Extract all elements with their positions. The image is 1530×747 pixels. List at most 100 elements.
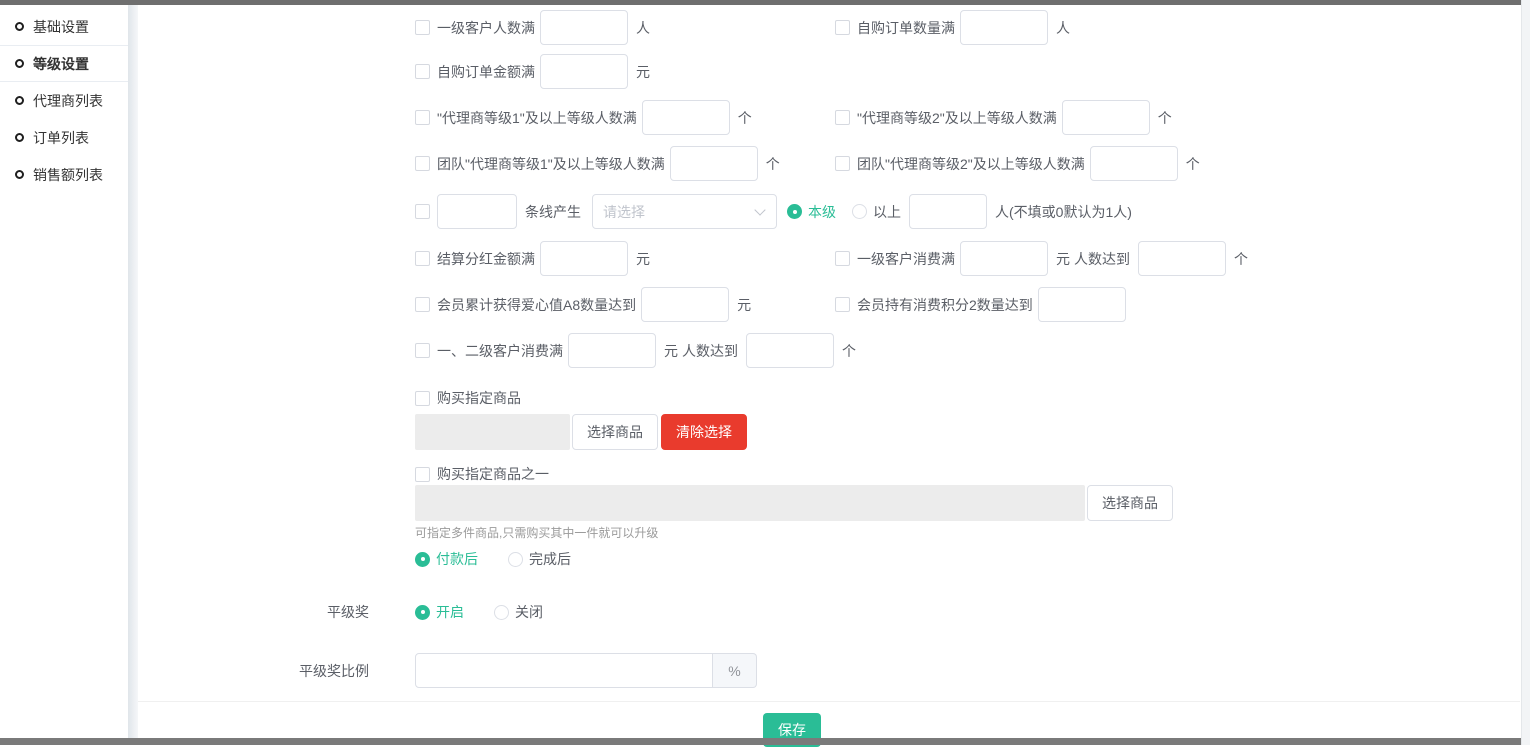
unit-label: 个 (1158, 108, 1172, 128)
circle-bullet-icon (15, 133, 24, 142)
radio-current-level-label[interactable]: 本级 (808, 202, 836, 222)
radio-peer-award-on-label[interactable]: 开启 (436, 602, 464, 622)
row-buy-product: 购买指定商品 (138, 388, 1520, 408)
input-consume-points[interactable] (1038, 287, 1126, 322)
input-team-agent-level2-count[interactable] (1090, 146, 1178, 181)
peer-award-ratio-label: 平级奖比例 (138, 661, 415, 681)
checkbox-buy-one-of-products[interactable] (415, 467, 430, 482)
input-self-order-amount[interactable] (540, 54, 628, 89)
row-dividend-consume: 结算分红金额满 元 一级客户消费满 元 人数达到 个 (138, 241, 1520, 276)
checkbox-dividend-amount[interactable] (415, 251, 430, 266)
input-line-count[interactable] (437, 194, 517, 229)
checkbox-team-agent-level1-count[interactable] (415, 156, 430, 171)
input-peer-award-ratio[interactable] (415, 653, 713, 688)
row-upgrade-timing: 付款后 完成后 (138, 549, 1520, 569)
input-level1-customer-count[interactable] (540, 10, 628, 45)
choose-product-button[interactable]: 选择商品 (572, 414, 658, 450)
radio-peer-award-off-label[interactable]: 关闭 (515, 602, 543, 622)
select-placeholder: 请选择 (603, 202, 645, 222)
selected-product-display (415, 414, 570, 450)
row-customer-count: 一级客户人数满 人 自购订单数量满 人 (138, 10, 1520, 45)
checkbox-love-value[interactable] (415, 297, 430, 312)
input-agent-level2-count[interactable] (1062, 100, 1150, 135)
sidebar-item-order-list[interactable]: 订单列表 (0, 119, 128, 156)
radio-after-payment-label[interactable]: 付款后 (436, 549, 478, 569)
row-line-condition: 条线产生 请选择 本级 以上 人(不填或0默认为1人) (138, 194, 1520, 229)
input-level12-consume-people[interactable] (746, 333, 834, 368)
circle-bullet-icon (15, 59, 24, 68)
input-agent-level1-count[interactable] (642, 100, 730, 135)
checkbox-team-agent-level2-count[interactable] (835, 156, 850, 171)
circle-bullet-icon (15, 96, 24, 105)
radio-peer-award-off[interactable] (494, 605, 509, 620)
condition-label: 会员累计获得爱心值A8数量达到 (437, 295, 636, 315)
checkbox-agent-level1-count[interactable] (415, 110, 430, 125)
line-level-select[interactable]: 请选择 (592, 194, 777, 229)
row-team-agent-level-count: 团队"代理商等级1"及以上等级人数满 个 团队"代理商等级2"及以上等级人数满 … (138, 146, 1520, 181)
radio-above-level-label[interactable]: 以上 (873, 202, 901, 222)
row-buy-one-of-products: 购买指定商品之一 (138, 464, 1520, 484)
percent-addon: % (713, 653, 757, 688)
row-product-picker-multi: 选择商品 (138, 485, 1520, 521)
checkbox-line-condition[interactable] (415, 204, 430, 219)
row-agent-level-count: "代理商等级1"及以上等级人数满 个 "代理商等级2"及以上等级人数满 个 (138, 100, 1520, 135)
radio-above-level[interactable] (852, 204, 867, 219)
choose-products-button[interactable]: 选择商品 (1087, 485, 1173, 521)
window-bottom-edge (0, 738, 1521, 745)
input-dividend-amount[interactable] (540, 241, 628, 276)
condition-label: 购买指定商品之一 (437, 464, 549, 484)
input-line-people-count[interactable] (909, 194, 987, 229)
unit-label: 人 (1056, 18, 1070, 38)
checkbox-self-order-count[interactable] (835, 20, 850, 35)
condition-label: 购买指定商品 (437, 388, 521, 408)
radio-current-level[interactable] (787, 204, 802, 219)
row-level12-consume: 一、二级客户消费满 元 人数达到 个 (138, 333, 1520, 368)
input-level1-consume-people[interactable] (1138, 241, 1226, 276)
sidebar-item-agent-list[interactable]: 代理商列表 (0, 82, 128, 119)
checkbox-consume-points[interactable] (835, 297, 850, 312)
peer-award-label: 平级奖 (138, 602, 415, 622)
people-reach-label: 人数达到 (682, 341, 738, 361)
checkbox-level12-consume[interactable] (415, 343, 430, 358)
input-love-value[interactable] (641, 287, 729, 322)
sidebar-item-label: 基础设置 (33, 17, 89, 37)
selected-products-display (415, 485, 1085, 521)
window-top-edge (0, 0, 1521, 5)
radio-after-payment[interactable] (415, 552, 430, 567)
radio-peer-award-on[interactable] (415, 605, 430, 620)
unit-label: 个 (766, 154, 780, 174)
condition-label: 自购订单金额满 (437, 62, 535, 82)
circle-bullet-icon (15, 22, 24, 31)
row-product-picker: 选择商品 清除选择 (138, 414, 1520, 450)
input-self-order-count[interactable] (960, 10, 1048, 45)
clear-selection-button[interactable]: 清除选择 (661, 414, 747, 450)
sidebar-item-level-settings[interactable]: 等级设置 (0, 45, 128, 82)
checkbox-agent-level2-count[interactable] (835, 110, 850, 125)
line-produce-label: 条线产生 (525, 202, 581, 222)
condition-label: 团队"代理商等级1"及以上等级人数满 (437, 154, 665, 174)
checkbox-buy-product[interactable] (415, 391, 430, 406)
circle-bullet-icon (15, 170, 24, 179)
scrollbar-track[interactable] (1521, 0, 1530, 745)
input-level12-consume-amount[interactable] (568, 333, 656, 368)
chevron-down-icon (754, 204, 765, 215)
unit-label: 个 (738, 108, 752, 128)
sidebar: 基础设置 等级设置 代理商列表 订单列表 销售额列表 (0, 5, 128, 738)
sidebar-item-basic-settings[interactable]: 基础设置 (0, 8, 128, 45)
sidebar-item-label: 代理商列表 (33, 91, 103, 111)
sidebar-item-label: 等级设置 (33, 54, 89, 74)
sidebar-item-sales-list[interactable]: 销售额列表 (0, 156, 128, 193)
people-reach-label: 人数达到 (1074, 249, 1130, 269)
condition-label: 自购订单数量满 (857, 18, 955, 38)
condition-label: "代理商等级1"及以上等级人数满 (437, 108, 637, 128)
input-level1-consume-amount[interactable] (960, 241, 1048, 276)
unit-label: 元 (636, 249, 650, 269)
radio-after-completion-label[interactable]: 完成后 (529, 549, 571, 569)
radio-after-completion[interactable] (508, 552, 523, 567)
checkbox-self-order-amount[interactable] (415, 64, 430, 79)
multi-product-hint: 可指定多件商品,只需购买其中一件就可以升级 (138, 524, 1520, 541)
unit-label: 个 (842, 341, 856, 361)
input-team-agent-level1-count[interactable] (670, 146, 758, 181)
checkbox-level1-customer-count[interactable] (415, 20, 430, 35)
checkbox-level1-consume[interactable] (835, 251, 850, 266)
